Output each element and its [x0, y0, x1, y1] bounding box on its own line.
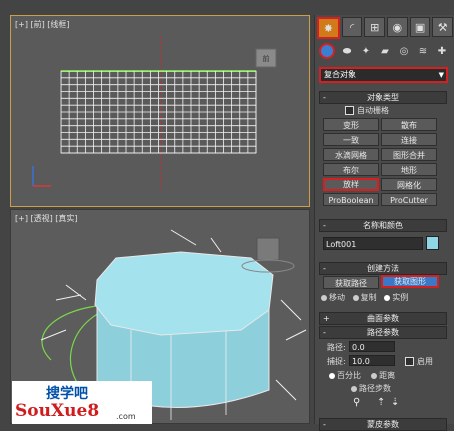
snap-input[interactable]: 10.0: [349, 355, 395, 366]
lights-icon[interactable]: ✦: [359, 44, 373, 58]
loft-top-cap: [94, 251, 274, 336]
category-dropdown-value: 复合对象: [324, 70, 356, 79]
view-cube-label: 前: [263, 54, 270, 63]
utilities-icon: ⚒: [437, 20, 448, 34]
percentage-radio[interactable]: [329, 372, 335, 379]
object-color-swatch[interactable]: [426, 236, 439, 250]
autogrid-checkbox[interactable]: [345, 106, 354, 115]
snap-label: 捕捉:: [327, 357, 346, 366]
path-unit-options: 百分比 距离: [329, 370, 395, 381]
command-panel-tabs: ✸ ◜ ⊞ ◉ ▣ ⚒: [317, 17, 454, 39]
name-color-rollout-header[interactable]: - 名称和颜色: [319, 219, 447, 232]
pick-shape-icon[interactable]: ⚲: [353, 397, 365, 409]
instance-radio[interactable]: [384, 294, 391, 301]
object-type-button[interactable]: ProCutter: [381, 193, 437, 206]
transfer-mode-options: 移动 复制 实例: [321, 292, 408, 303]
object-type-button[interactable]: 水滴网格: [323, 148, 379, 161]
previous-shape-icon[interactable]: ⇡: [377, 397, 389, 409]
dropdown-arrow-icon: ▼: [438, 71, 444, 79]
autogrid-label: 自动栅格: [357, 106, 389, 115]
move-radio[interactable]: [321, 294, 327, 301]
motion-tab[interactable]: ◉: [387, 17, 408, 37]
object-type-button[interactable]: 布尔: [323, 163, 379, 176]
category-dropdown[interactable]: 复合对象 ▼: [319, 67, 448, 83]
create-subcategories: ⬬ ✦ ▰ ◎ ≋ ✚: [319, 43, 449, 59]
surface-params-rollout-header[interactable]: + 曲面参数: [319, 312, 447, 325]
copy-radio[interactable]: [352, 294, 359, 301]
geometry-icon[interactable]: [319, 43, 335, 59]
hierarchy-tab[interactable]: ⊞: [364, 17, 386, 37]
snap-enable-checkbox[interactable]: [405, 357, 414, 366]
modify-icon: ◜: [349, 20, 355, 34]
display-tab[interactable]: ▣: [409, 17, 431, 37]
create-tab[interactable]: ✸: [317, 17, 340, 39]
get-path-button[interactable]: 获取路径: [323, 276, 379, 289]
spacewarps-icon[interactable]: ≋: [416, 44, 430, 58]
watermark-suffix: .com: [116, 412, 136, 421]
object-type-button[interactable]: 放样: [323, 178, 379, 191]
hierarchy-icon: ⊞: [370, 20, 380, 34]
skin-params-rollout-header[interactable]: - 蒙皮参数: [319, 418, 447, 431]
object-type-button[interactable]: 地形: [381, 163, 437, 176]
snap-enable-label: 启用: [417, 357, 433, 366]
object-type-rollout-header[interactable]: - 对象类型: [319, 91, 447, 104]
object-type-button[interactable]: 一致: [323, 133, 379, 146]
watermark-line1: 搜学吧: [46, 386, 88, 402]
object-type-button[interactable]: 散布: [381, 118, 437, 131]
next-shape-icon[interactable]: ⇣: [391, 397, 403, 409]
modify-tab[interactable]: ◜: [341, 17, 363, 37]
wireframe-grid: [61, 71, 257, 154]
systems-icon[interactable]: ✚: [435, 44, 449, 58]
object-type-button[interactable]: 网格化: [381, 178, 437, 191]
path-steps-radio[interactable]: [351, 385, 357, 392]
shapes-icon[interactable]: ⬬: [340, 44, 354, 58]
watermark-logo: 搜学吧 SouXue8 .com: [12, 381, 152, 424]
object-name-field[interactable]: Loft001: [323, 237, 423, 250]
helpers-icon[interactable]: ◎: [397, 44, 411, 58]
get-shape-button[interactable]: 获取图形: [381, 275, 439, 288]
creation-method-rollout-header[interactable]: - 创建方法: [319, 262, 447, 275]
distance-radio[interactable]: [371, 372, 378, 379]
watermark-line2: SouXue8: [15, 401, 100, 421]
command-panel: ✸ ◜ ⊞ ◉ ▣ ⚒ ⬬ ✦ ▰ ◎ ≋ ✚ 复合对象 ▼ - 对象类型 自动栅…: [314, 15, 454, 431]
motion-icon: ◉: [392, 20, 403, 34]
front-viewport[interactable]: [+] [前] [线框] 前: [10, 15, 310, 207]
path-input[interactable]: 0.0: [349, 341, 395, 352]
object-type-button[interactable]: 连接: [381, 133, 437, 146]
path-params-rollout-header[interactable]: - 路径参数: [319, 326, 447, 339]
utilities-tab[interactable]: ⚒: [432, 17, 454, 37]
path-label: 路径:: [327, 343, 346, 352]
object-type-button[interactable]: ProBoolean: [323, 193, 379, 206]
object-type-button[interactable]: 图形合并: [381, 148, 437, 161]
path-steps-option: 路径步数: [351, 383, 391, 394]
display-icon: ▣: [414, 20, 426, 34]
create-icon: ✸: [323, 21, 333, 35]
object-type-button[interactable]: 变形: [323, 118, 379, 131]
cameras-icon[interactable]: ▰: [378, 44, 392, 58]
